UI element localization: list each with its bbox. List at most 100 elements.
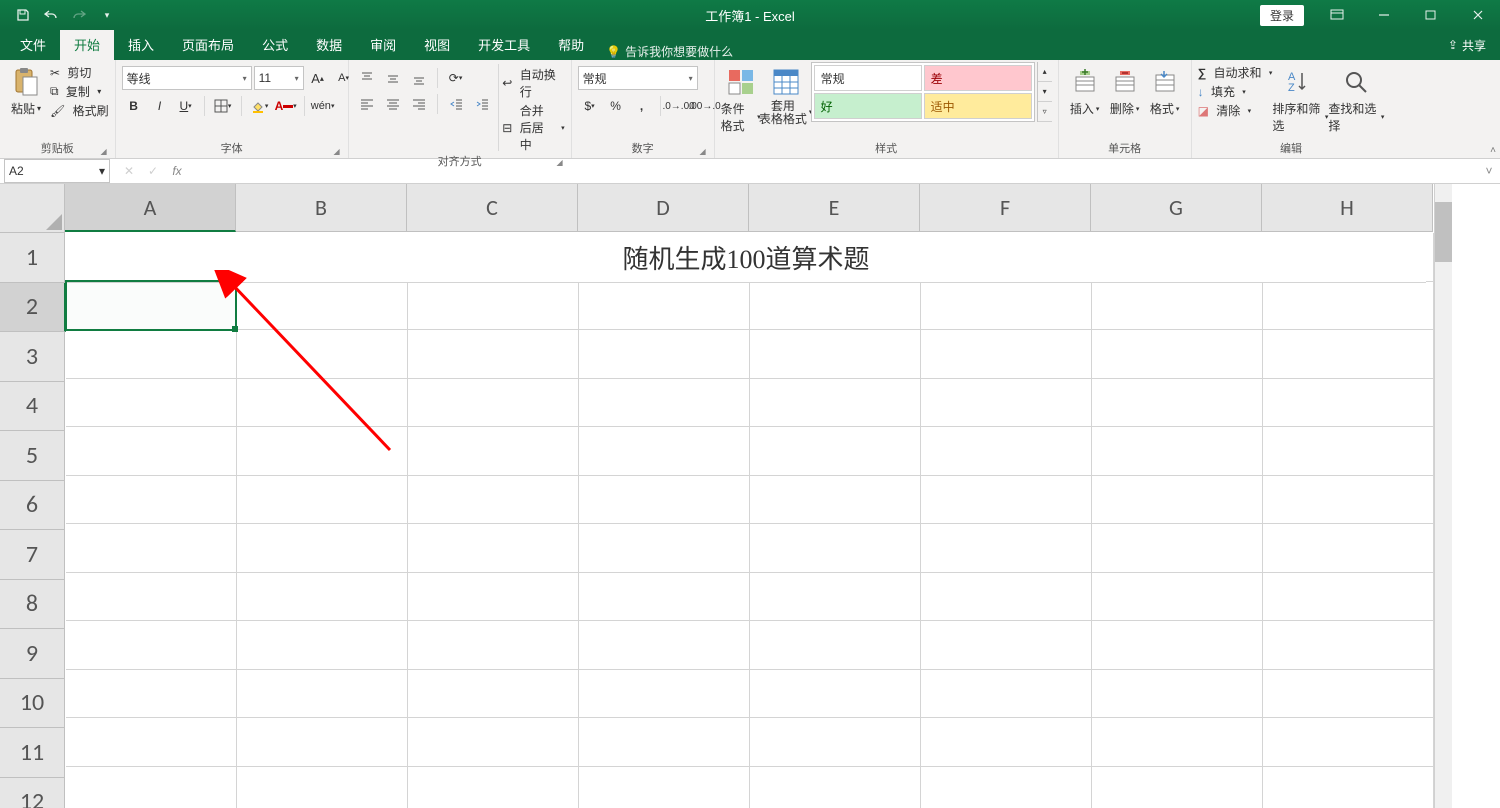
cell-B12[interactable] — [237, 767, 408, 808]
cell-H7[interactable] — [1263, 524, 1434, 573]
qat-dropdown-icon[interactable]: ▾ — [94, 2, 120, 28]
cell-F4[interactable] — [921, 379, 1092, 428]
align-middle-icon[interactable] — [381, 66, 405, 90]
enter-formula-icon[interactable]: ✓ — [142, 164, 164, 178]
align-bottom-icon[interactable] — [407, 66, 431, 90]
cell-E8[interactable] — [750, 573, 921, 622]
tab-formulas[interactable]: 公式 — [248, 29, 302, 60]
cell-E9[interactable] — [750, 621, 921, 670]
cell-G12[interactable] — [1092, 767, 1263, 808]
save-icon[interactable] — [10, 2, 36, 28]
border-button[interactable]: ▾ — [211, 94, 235, 118]
tab-review[interactable]: 审阅 — [356, 29, 410, 60]
cell-styles-gallery[interactable]: 常规 差 好 适中 — [811, 62, 1035, 122]
cell-B2[interactable] — [237, 282, 408, 331]
cell-E11[interactable] — [750, 718, 921, 767]
format-cells-button[interactable]: 格式▾ — [1145, 62, 1185, 117]
style-neutral[interactable]: 适中 — [924, 93, 1032, 119]
cell-F11[interactable] — [921, 718, 1092, 767]
insert-cells-button[interactable]: 插入▾ — [1065, 62, 1105, 117]
font-color-button[interactable]: A▾ — [274, 94, 298, 118]
styles-gallery-scroll[interactable]: ▴▾▿ — [1037, 62, 1052, 122]
cell-B10[interactable] — [237, 670, 408, 719]
cell-F5[interactable] — [921, 427, 1092, 476]
cell-C4[interactable] — [408, 379, 579, 428]
cell-E3[interactable] — [750, 330, 921, 379]
increase-indent-icon[interactable] — [470, 92, 494, 116]
underline-button[interactable]: U▾ — [174, 94, 198, 118]
cells-area[interactable]: 随机生成100道算术题 — [66, 233, 1434, 808]
column-header-F[interactable]: F — [920, 184, 1091, 232]
cell-G6[interactable] — [1092, 476, 1263, 525]
expand-formula-bar-icon[interactable]: ˅ — [1478, 164, 1500, 178]
cancel-formula-icon[interactable]: ✕ — [118, 164, 140, 178]
cell-D7[interactable] — [579, 524, 750, 573]
column-header-E[interactable]: E — [749, 184, 920, 232]
tab-file[interactable]: 文件 — [6, 29, 60, 60]
undo-icon[interactable] — [38, 2, 64, 28]
cell-H5[interactable] — [1263, 427, 1434, 476]
clipboard-dialog-launcher[interactable]: ◢ — [100, 147, 106, 156]
alignment-dialog-launcher[interactable]: ◢ — [556, 158, 562, 167]
cell-D10[interactable] — [579, 670, 750, 719]
row-header-3[interactable]: 3 — [0, 332, 65, 382]
cell-F9[interactable] — [921, 621, 1092, 670]
cell-H6[interactable] — [1263, 476, 1434, 525]
insert-function-icon[interactable]: fx — [166, 164, 188, 178]
cell-D2[interactable] — [579, 282, 750, 331]
cell-F7[interactable] — [921, 524, 1092, 573]
number-format-combo[interactable]: 常规▾ — [578, 66, 698, 90]
conditional-formatting-button[interactable]: 条件格式▾ — [721, 62, 761, 134]
select-all-corner[interactable] — [0, 184, 65, 233]
paste-button[interactable]: 粘贴▾ — [6, 62, 46, 117]
cell-A5[interactable] — [66, 427, 237, 476]
font-size-combo[interactable]: 11▾ — [254, 66, 304, 90]
cell-F2[interactable] — [921, 282, 1092, 331]
percent-format-icon[interactable]: % — [604, 94, 628, 118]
decrease-indent-icon[interactable] — [444, 92, 468, 116]
style-good[interactable]: 好 — [814, 93, 922, 119]
cell-A2[interactable] — [66, 282, 237, 331]
row-header-7[interactable]: 7 — [0, 530, 65, 580]
increase-font-icon[interactable]: A▴ — [306, 66, 330, 90]
cell-C2[interactable] — [408, 282, 579, 331]
tell-me-search[interactable]: 💡 告诉我你想要做什么 — [606, 43, 733, 60]
row-header-12[interactable]: 12 — [0, 778, 65, 808]
cell-C7[interactable] — [408, 524, 579, 573]
cell-E12[interactable] — [750, 767, 921, 808]
maximize-icon[interactable] — [1408, 0, 1453, 30]
cell-D3[interactable] — [579, 330, 750, 379]
tab-developer[interactable]: 开发工具 — [464, 29, 544, 60]
align-center-icon[interactable] — [381, 92, 405, 116]
cell-H12[interactable] — [1263, 767, 1434, 808]
cell-G4[interactable] — [1092, 379, 1263, 428]
clear-button[interactable]: ◪ 清除 ▾ — [1198, 102, 1273, 119]
column-header-G[interactable]: G — [1091, 184, 1262, 232]
collapse-ribbon-icon[interactable]: ˄ — [1490, 145, 1496, 156]
row-header-4[interactable]: 4 — [0, 382, 65, 432]
tab-page-layout[interactable]: 页面布局 — [168, 29, 248, 60]
cell-C11[interactable] — [408, 718, 579, 767]
phonetic-button[interactable]: wén▾ — [311, 94, 335, 118]
cell-G5[interactable] — [1092, 427, 1263, 476]
cell-G8[interactable] — [1092, 573, 1263, 622]
cell-H9[interactable] — [1263, 621, 1434, 670]
cut-button[interactable]: ✂ 剪切 — [50, 64, 109, 81]
cell-E6[interactable] — [750, 476, 921, 525]
increase-decimal-icon[interactable]: .0→.00 — [667, 94, 691, 118]
tab-view[interactable]: 视图 — [410, 29, 464, 60]
autosum-button[interactable]: ∑ 自动求和 ▾ — [1198, 64, 1273, 81]
cell-F8[interactable] — [921, 573, 1092, 622]
format-painter-button[interactable]: 🖌 格式刷 — [50, 102, 109, 119]
column-header-C[interactable]: C — [407, 184, 578, 232]
merged-title-cell[interactable]: 随机生成100道算术题 — [66, 233, 1426, 283]
cell-E7[interactable] — [750, 524, 921, 573]
align-left-icon[interactable] — [355, 92, 379, 116]
cell-B7[interactable] — [237, 524, 408, 573]
cell-G10[interactable] — [1092, 670, 1263, 719]
name-box[interactable]: A2▾ — [4, 159, 110, 183]
row-header-2[interactable]: 2 — [0, 283, 66, 333]
orientation-icon[interactable]: ⟳▾ — [444, 66, 468, 90]
cell-H4[interactable] — [1263, 379, 1434, 428]
cell-H2[interactable] — [1263, 282, 1434, 331]
